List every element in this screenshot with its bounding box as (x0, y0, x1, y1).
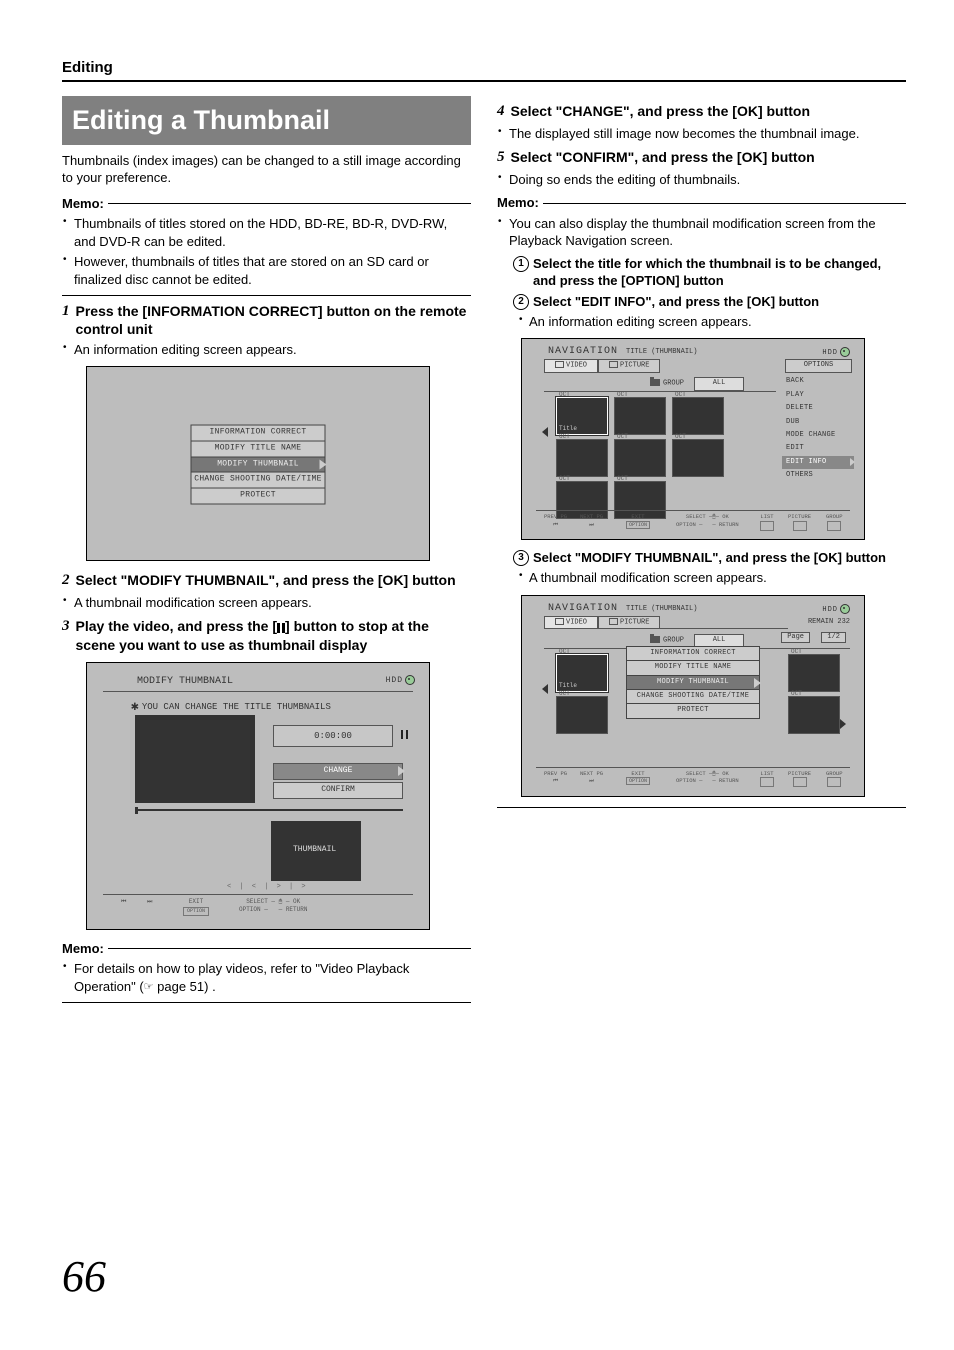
memo-item: You can also display the thumbnail modif… (497, 215, 906, 250)
osd2-confirm-button: CONFIRM (273, 782, 403, 799)
osd2-preview-area (135, 715, 255, 803)
substep-note: A thumbnail modification screen appears. (519, 569, 906, 587)
page-number: 66 (62, 1247, 106, 1306)
page-value: 1/2 (821, 632, 846, 643)
folder-icon (650, 379, 660, 386)
osd-navigation-options-figure: NAVIGATIONTITLE (THUMBNAIL) HDD VIDEO PI… (521, 338, 865, 540)
page-title: Editing a Thumbnail (62, 96, 471, 144)
section-rule (62, 80, 906, 82)
step-note: The displayed still image now becomes th… (497, 125, 906, 143)
nav-overlay-menu: INFORMATION CORRECT MODIFY TITLE NAME MO… (626, 646, 760, 718)
disc-icon (405, 675, 415, 685)
step-note: Doing so ends the editing of thumbnails. (497, 171, 906, 189)
substep-note: An information editing screen appears. (519, 313, 906, 331)
osd2-scrubber (135, 809, 403, 811)
osd-menu-item-selected: MODIFY THUMBNAIL (191, 456, 326, 473)
osd-navigation-modify-figure: NAVIGATIONTITLE (THUMBNAIL) HDD VIDEO PI… (521, 595, 865, 797)
pause-icon (277, 623, 285, 633)
substep-3: 3 Select "MODIFY THUMBNAIL", and press t… (513, 550, 906, 567)
chevron-left-icon (542, 427, 548, 437)
osd-menu-item: MODIFY TITLE NAME (191, 440, 326, 457)
nav-options-label: OPTIONS (785, 359, 852, 372)
page-label: Page (781, 632, 810, 643)
substep-1: 1 Select the title for which the thumbna… (513, 256, 906, 290)
intro-text: Thumbnails (index images) can be changed… (62, 152, 471, 187)
reference-icon: ☞ (144, 980, 154, 995)
substep-2: 2 Select "EDIT INFO", and press the [OK]… (513, 294, 906, 311)
step-5: 5 Select "CONFIRM", and press the [OK] b… (497, 148, 906, 168)
memo-rule (62, 1002, 471, 1003)
osd2-hint: ✱YOU CAN CHANGE THE TITLE THUMBNAILS (131, 701, 331, 713)
memo-label: Memo: (497, 194, 906, 212)
step-note: An information editing screen appears. (62, 341, 471, 359)
step-4: 4 Select "CHANGE", and press the [OK] bu… (497, 102, 906, 122)
osd2-timecode: 0:00:00 (273, 725, 393, 747)
step-1: 1 Press the [INFORMATION CORRECT] button… (62, 302, 471, 338)
nav-options-menu: BACK PLAY DELETE DUB MODE CHANGE EDIT ED… (782, 375, 854, 483)
osd-modify-thumbnail-figure: MODIFY THUMBNAIL HDD ✱YOU CAN CHANGE THE… (86, 662, 430, 930)
hdd-badge: HDD (386, 675, 415, 687)
step-2: 2 Select "MODIFY THUMBNAIL", and press t… (62, 571, 471, 591)
osd2-thumbnail-label: THUMBNAIL (293, 845, 336, 856)
osd-menu-item: INFORMATION CORRECT (191, 424, 326, 441)
step-note: A thumbnail modification screen appears. (62, 594, 471, 612)
osd2-transport-ticks: < | < | > | > (227, 883, 308, 892)
section-heading: Editing (62, 58, 906, 78)
osd-menu-item: PROTECT (191, 488, 326, 505)
disc-icon (840, 347, 850, 357)
remain-label: REMAIN 232 (808, 618, 850, 627)
osd2-change-button: CHANGE (273, 763, 403, 780)
nav-tab-video: VIDEO (544, 359, 598, 373)
folder-icon (650, 636, 660, 643)
memo-rule (497, 807, 906, 808)
chevron-left-icon (542, 684, 548, 694)
nav-tab-picture: PICTURE (598, 359, 660, 373)
step-3: 3 Play the video, and press the [] butto… (62, 617, 471, 653)
osd2-title: MODIFY THUMBNAIL (137, 675, 233, 689)
disc-icon (840, 604, 850, 614)
memo-label: Memo: (62, 940, 471, 958)
osd-info-correct-figure: INFORMATION CORRECT MODIFY TITLE NAME MO… (86, 366, 430, 561)
memo-item: For details on how to play videos, refer… (62, 960, 471, 995)
memo-item: Thumbnails of titles stored on the HDD, … (62, 215, 471, 250)
memo-label: Memo: (62, 195, 471, 213)
osd-menu-item: CHANGE SHOOTING DATE/TIME (191, 472, 326, 489)
pause-icon (401, 730, 408, 739)
memo-item: However, thumbnails of titles that are s… (62, 253, 471, 288)
memo-rule (62, 295, 471, 296)
